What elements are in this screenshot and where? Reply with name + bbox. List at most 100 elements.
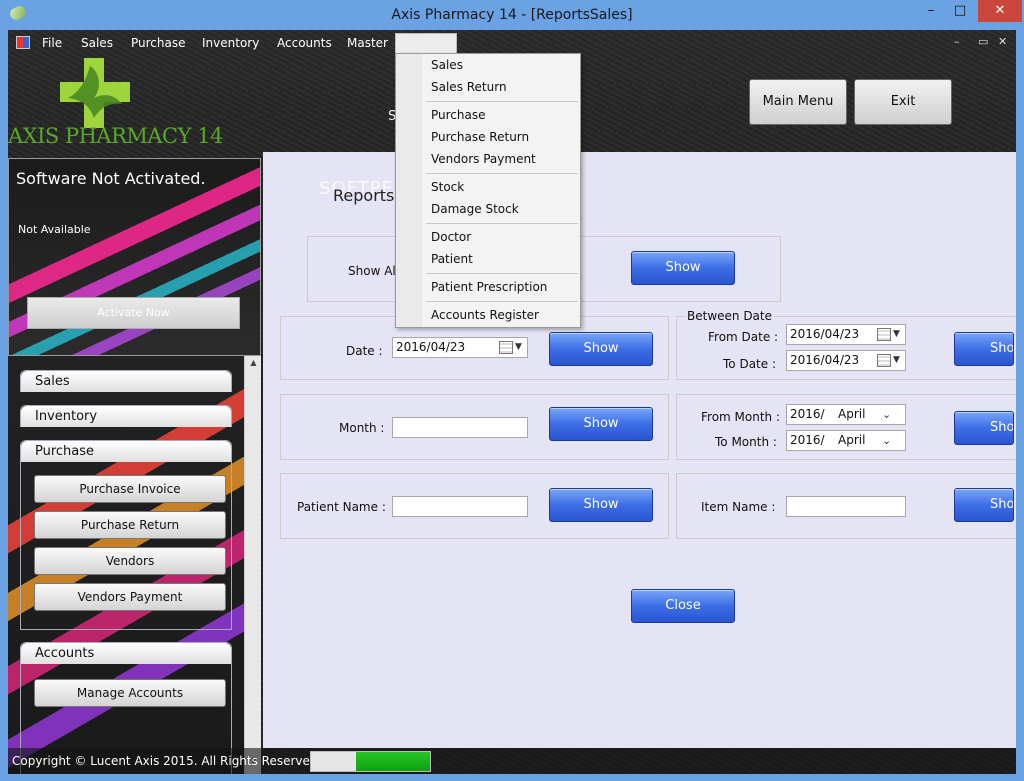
chevron-down-icon[interactable]: ▼ [893, 329, 900, 339]
menu-purchase[interactable]: Purchase [131, 36, 186, 50]
month-group: Month : Show [280, 394, 669, 460]
menu-sales[interactable]: Sales [81, 36, 113, 50]
purchase-invoice-button[interactable]: Purchase Invoice [34, 475, 226, 503]
maximize-button[interactable]: □ [945, 0, 975, 22]
menu-item-damage-stock[interactable]: Damage Stock [431, 202, 519, 216]
menu-file[interactable]: File [42, 36, 62, 50]
exit-button[interactable]: Exit [854, 79, 952, 125]
chevron-down-icon[interactable]: ▼ [893, 355, 900, 365]
menu-separator [426, 173, 578, 174]
menu-separator [426, 301, 578, 302]
chevron-down-icon[interactable]: ▼ [515, 342, 522, 352]
show-month-button[interactable]: Show [549, 407, 653, 441]
calendar-icon[interactable] [877, 328, 891, 341]
menu-item-doctor[interactable]: Doctor [431, 230, 471, 244]
menu-item-sales-return[interactable]: Sales Return [431, 80, 507, 94]
chevron-down-icon[interactable]: ⌄ [882, 434, 891, 447]
between-date-group: Between Date From Date : 2016/04/23 ▼ To… [676, 309, 1016, 380]
menu-master[interactable]: Master [347, 36, 388, 50]
show-all-button[interactable]: Show [631, 251, 735, 285]
menu-separator [426, 273, 578, 274]
show-item-button[interactable]: Show [954, 488, 1014, 522]
activation-title: Software Not Activated. [16, 169, 206, 188]
show-patient-button[interactable]: Show [549, 488, 653, 522]
sidebar-section-inventory[interactable]: Inventory [20, 405, 232, 427]
reports-content: SOFTPEDIA Reports Show Al Show Date : 20… [263, 152, 1016, 748]
menu-item-sales[interactable]: Sales [431, 58, 463, 72]
manage-accounts-button[interactable]: Manage Accounts [34, 679, 226, 707]
show-between-date-button[interactable]: Show [954, 332, 1014, 366]
date-value: 2016/04/23 [396, 340, 466, 354]
main-menu-button[interactable]: Main Menu [749, 79, 847, 125]
menu-item-patient-prescription[interactable]: Patient Prescription [431, 280, 547, 294]
from-date-label: From Date : [708, 330, 779, 344]
chevron-down-icon[interactable]: ⌄ [882, 408, 891, 421]
purchase-return-button[interactable]: Purchase Return [34, 511, 226, 539]
show-date-button[interactable]: Show [549, 332, 653, 366]
to-date-picker[interactable]: 2016/04/23 ▼ [786, 350, 906, 371]
patient-name-input[interactable] [392, 496, 528, 517]
title-bar: Axis Pharmacy 14 - [ReportsSales] – □ ✕ [0, 0, 1024, 30]
close-window-button[interactable]: ✕ [978, 0, 1022, 22]
patient-name-group: Patient Name : Show [280, 473, 669, 539]
menu-bar: File Sales Purchase Inventory Accounts M… [8, 30, 1016, 54]
to-date-value: 2016/04/23 [790, 353, 860, 367]
sidebar-scrollbar[interactable]: ▲ ▼ [244, 356, 261, 774]
form-icon[interactable] [16, 36, 30, 49]
minimize-button[interactable]: – [918, 0, 944, 22]
page-title: Reports [333, 186, 395, 205]
menu-item-accounts-register[interactable]: Accounts Register [431, 308, 539, 322]
progress-fill [356, 752, 430, 771]
menu-item-purchase-return[interactable]: Purchase Return [431, 130, 529, 144]
from-month-label: From Month : [701, 410, 781, 424]
to-month-picker[interactable]: 2016/ April ⌄ [786, 430, 906, 451]
item-name-group: Item Name : Show [676, 473, 1016, 539]
between-date-label: Between Date [685, 309, 775, 323]
menu-separator [426, 223, 578, 224]
menu-gutter [396, 54, 422, 327]
vendors-payment-button[interactable]: Vendors Payment [34, 583, 226, 611]
sidebar-header-inventory[interactable]: Inventory [21, 406, 231, 427]
window-title: Axis Pharmacy 14 - [ReportsSales] [391, 7, 633, 23]
close-button[interactable]: Close [631, 589, 735, 623]
sidebar-header-sales[interactable]: Sales [21, 371, 231, 392]
sidebar-header-accounts[interactable]: Accounts [21, 643, 231, 664]
mdi-restore-button[interactable]: ▭ [978, 35, 988, 48]
from-date-picker[interactable]: 2016/04/23 ▼ [786, 324, 906, 345]
status-bar: Copyright © Lucent Axis 2015. All Rights… [8, 748, 1016, 774]
vendors-button[interactable]: Vendors [34, 547, 226, 575]
activation-status: Not Available [18, 223, 91, 236]
from-month-picker[interactable]: 2016/ April ⌄ [786, 404, 906, 425]
mdi-minimize-button[interactable]: – [954, 35, 960, 48]
menu-item-patient[interactable]: Patient [431, 252, 473, 266]
menu-item-vendors-payment[interactable]: Vendors Payment [431, 152, 536, 166]
sidebar-section-sales[interactable]: Sales [20, 370, 232, 392]
calendar-icon[interactable] [499, 341, 513, 354]
menu-inventory[interactable]: Inventory [202, 36, 259, 50]
activate-now-button[interactable]: Activate Now [27, 297, 240, 329]
sidebar-section-purchase: Purchase Purchase Invoice Purchase Retur… [20, 440, 232, 630]
reports-dropdown-menu: Sales Sales Return Purchase Purchase Ret… [395, 53, 581, 328]
date-label: Date : [346, 344, 383, 358]
patient-name-label: Patient Name : [297, 500, 386, 514]
menu-reports-open[interactable] [395, 33, 457, 54]
menu-accounts[interactable]: Accounts [277, 36, 332, 50]
sidebar-header-purchase[interactable]: Purchase [21, 441, 231, 462]
item-name-label: Item Name : [701, 500, 776, 514]
copyright-text: Copyright © Lucent Axis 2015. All Rights… [12, 754, 322, 768]
to-date-label: To Date : [723, 357, 776, 371]
menu-item-purchase[interactable]: Purchase [431, 108, 486, 122]
show-month-range-button[interactable]: Show [954, 411, 1014, 445]
menu-item-stock[interactable]: Stock [431, 180, 464, 194]
month-input[interactable] [392, 417, 528, 438]
scroll-up-icon[interactable]: ▲ [245, 358, 261, 372]
to-month-month: April [838, 433, 866, 447]
calendar-icon[interactable] [877, 354, 891, 367]
to-month-label: To Month : [715, 435, 777, 449]
menu-separator [426, 101, 578, 102]
month-label: Month : [339, 421, 385, 435]
sidebar: Sales Inventory Purchase Purchase Invoic… [8, 356, 261, 774]
item-name-input[interactable] [786, 496, 906, 517]
date-picker[interactable]: 2016/04/23 ▼ [392, 337, 528, 358]
mdi-close-button[interactable]: ✕ [998, 35, 1007, 48]
